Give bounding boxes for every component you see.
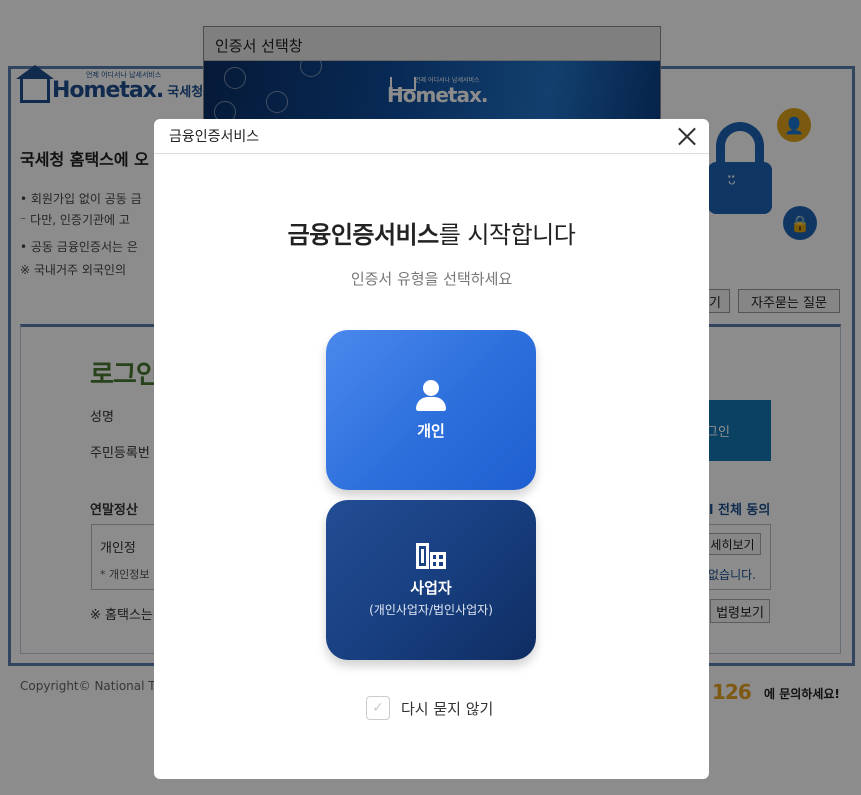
personal-option-label: 개인 [417, 421, 445, 440]
dont-ask-label: 다시 묻지 않기 [401, 699, 494, 718]
business-option-sublabel: (개인사업자/법인사업자) [369, 602, 493, 617]
modal-title-rest: 를 시작합니다 [438, 221, 576, 249]
building-icon [415, 542, 447, 569]
modal-subtitle: 인증서 유형을 선택하세요 [350, 270, 513, 288]
close-icon[interactable] [677, 126, 697, 146]
dont-ask-checkbox[interactable]: ✓ [366, 696, 390, 720]
business-option-button[interactable]: 사업자 (개인사업자/법인사업자) [326, 500, 536, 660]
financial-cert-modal: 금융인증서비스 금융인증서비스를 시작합니다 인증서 유형을 선택하세요 개인 … [154, 119, 709, 779]
business-option-label: 사업자 [410, 578, 452, 597]
modal-title: 금융인증서비스를 시작합니다 [154, 215, 709, 250]
person-icon [416, 379, 446, 412]
modal-title-bold: 금융인증서비스 [287, 221, 440, 249]
personal-option-button[interactable]: 개인 [326, 330, 536, 490]
modal-header: 금융인증서비스 [154, 119, 709, 154]
modal-header-title: 금융인증서비스 [169, 129, 260, 145]
dont-ask-again[interactable]: ✓ 다시 묻지 않기 [366, 696, 493, 720]
